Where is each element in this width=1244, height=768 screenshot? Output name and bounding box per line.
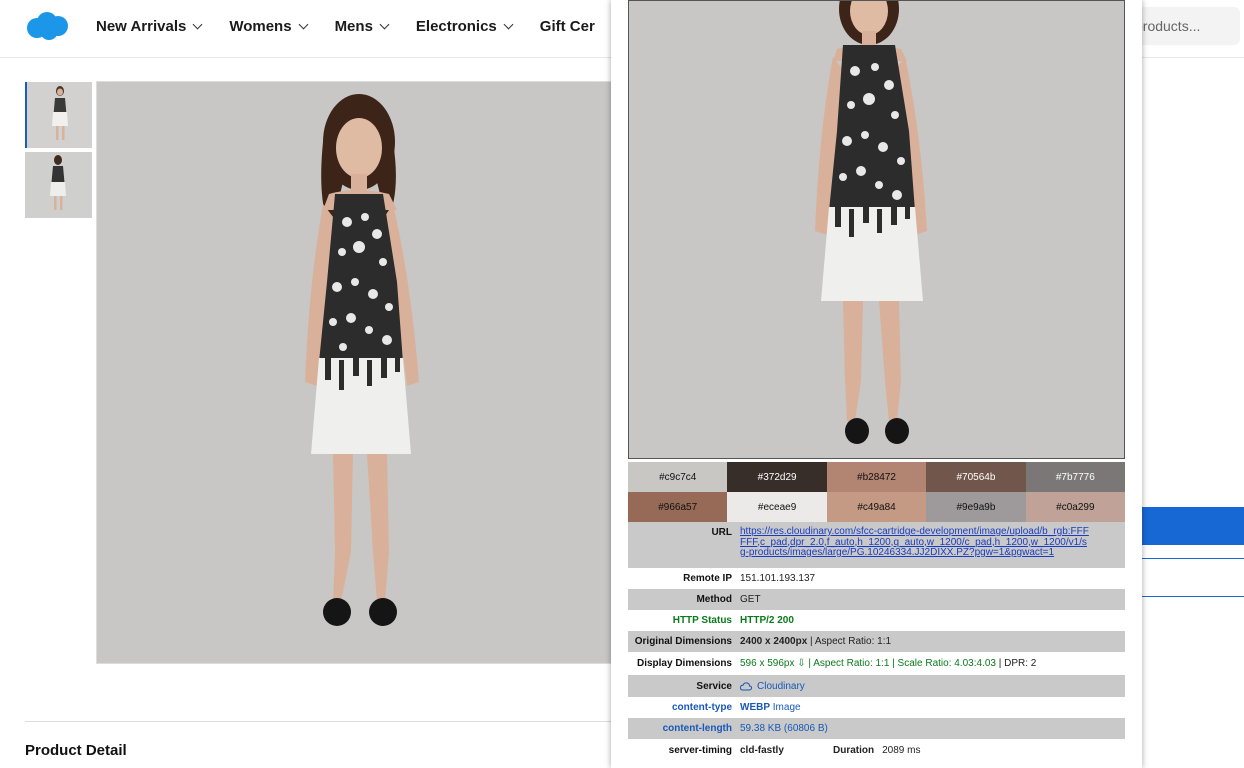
- chevron-down-icon: [192, 19, 203, 30]
- display-dimensions-size: 596 x 596px ⇩ | Aspect Ratio: 1:1 | Scal…: [740, 658, 996, 669]
- http-status-value: HTTP/2 200: [740, 615, 794, 626]
- info-row-service: Service Cloudinary: [628, 675, 1125, 697]
- info-row-server-timing: server-timing cld-fastly Duration 2089 m…: [628, 739, 1125, 761]
- method-value: GET: [740, 594, 761, 605]
- info-key: URL: [711, 527, 732, 538]
- duration-value: 2089 ms: [882, 744, 921, 756]
- url-line: g-products/images/large/PG.10246334.JJ2D…: [740, 547, 1055, 558]
- divider-line: [1140, 558, 1244, 559]
- display-dimensions-value: 596 x 596px ⇩ | Aspect Ratio: 1:1 | Scal…: [740, 658, 1125, 669]
- color-swatch: #c49a84: [826, 492, 927, 522]
- product-main-image[interactable]: [96, 81, 616, 664]
- nav-gift-certificates[interactable]: Gift Cer: [540, 18, 595, 35]
- color-palette: #c9c7c4 #372d29 #b28472 #70564b #7b7776 …: [628, 462, 1126, 522]
- info-row-display-dimensions: Display Dimensions 596 x 596px ⇩ | Aspec…: [628, 652, 1125, 675]
- url-line: https://res.cloudinary.com/sfcc-cartridg…: [740, 526, 1089, 537]
- chevron-down-icon: [379, 19, 390, 30]
- info-row-content-length: content-length 59.38 KB (60806 B): [628, 718, 1125, 739]
- info-key: Display Dimensions: [636, 658, 732, 669]
- info-row-content-type: content-type WEBP Image: [628, 697, 1125, 718]
- section-divider: [25, 721, 615, 722]
- content-type-value: WEBP Image: [740, 702, 1125, 713]
- content-type-format: WEBP: [740, 702, 770, 713]
- color-swatch: #b28472: [826, 462, 927, 492]
- nav-label: Womens: [229, 18, 292, 35]
- image-info-table: URL https://res.cloudinary.com/sfcc-cart…: [628, 522, 1125, 761]
- color-swatch: #eceae9: [727, 492, 827, 522]
- salesforce-cloud-logo[interactable]: [25, 11, 69, 41]
- color-swatch: #70564b: [926, 462, 1026, 492]
- color-swatch: #c9c7c4: [628, 462, 728, 492]
- info-key: Method: [696, 594, 732, 605]
- color-swatch: #9e9a9b: [926, 492, 1026, 522]
- main-nav: New Arrivals Womens Mens Electronics Gif…: [96, 18, 623, 35]
- divider-line: [1140, 596, 1244, 597]
- info-row-url: URL https://res.cloudinary.com/sfcc-cart…: [628, 522, 1125, 568]
- info-key: Original Dimensions: [634, 636, 732, 647]
- color-swatch: #7b7776: [1025, 462, 1126, 492]
- original-aspect-ratio: | Aspect Ratio: 1:1: [807, 636, 892, 647]
- info-key: content-length: [662, 723, 732, 734]
- info-key: Remote IP: [683, 573, 732, 584]
- info-row-remote-ip: Remote IP 151.101.193.137: [628, 568, 1125, 589]
- info-key: content-type: [672, 702, 732, 713]
- service-name: Cloudinary: [757, 680, 805, 692]
- inspector-image-preview: [628, 0, 1125, 459]
- cloud-icon: [740, 681, 752, 691]
- product-thumbnail-back[interactable]: [25, 152, 92, 218]
- url-line: FFF,c_pad,dpr_2.0,f_auto,h_1200,q_auto,w…: [740, 536, 1087, 548]
- content-length-value: 59.38 KB (60806 B): [740, 723, 828, 734]
- chevron-down-icon: [503, 19, 514, 30]
- info-key: Service: [696, 680, 732, 692]
- content-type-kind: Image: [770, 702, 801, 713]
- server-timing-name: cld-fastly: [740, 744, 784, 756]
- nav-new-arrivals[interactable]: New Arrivals: [96, 18, 203, 35]
- nav-label: Mens: [334, 18, 373, 35]
- nav-mens[interactable]: Mens: [334, 18, 390, 35]
- info-row-original-dimensions: Original Dimensions 2400 x 2400px | Aspe…: [628, 631, 1125, 652]
- swatch-row: #966a57 #eceae9 #c49a84 #9e9a9b #c0a299: [628, 492, 1126, 522]
- image-inspector-popup: #c9c7c4 #372d29 #b28472 #70564b #7b7776 …: [611, 0, 1142, 768]
- info-row-http-status: HTTP Status HTTP/2 200: [628, 610, 1125, 631]
- swatch-row: #c9c7c4 #372d29 #b28472 #70564b #7b7776: [628, 462, 1126, 492]
- chevron-down-icon: [298, 19, 309, 30]
- service-value[interactable]: Cloudinary: [740, 681, 1125, 692]
- original-dimensions-size: 2400 x 2400px: [740, 636, 808, 647]
- duration-label: Duration: [833, 744, 875, 756]
- nav-womens[interactable]: Womens: [229, 18, 309, 35]
- original-dimensions-value: 2400 x 2400px | Aspect Ratio: 1:1: [740, 636, 1125, 647]
- product-thumbnail-front[interactable]: [25, 82, 92, 148]
- display-dpr: | DPR: 2: [995, 658, 1037, 669]
- remote-ip-value: 151.101.193.137: [740, 573, 816, 584]
- nav-label: New Arrivals: [96, 18, 187, 35]
- color-swatch: #c0a299: [1025, 492, 1126, 522]
- info-key: server-timing: [668, 744, 732, 756]
- product-detail-heading: Product Detail: [25, 742, 127, 759]
- info-key: HTTP Status: [672, 615, 732, 626]
- nav-electronics[interactable]: Electronics: [415, 18, 514, 35]
- page-root: { "header": { "logo": "salesforce-cloud-…: [0, 0, 1244, 768]
- color-swatch: #966a57: [628, 492, 728, 522]
- color-swatch: #372d29: [727, 462, 827, 492]
- nav-label: Gift Cer: [539, 18, 595, 35]
- nav-label: Electronics: [415, 18, 497, 35]
- image-url-link[interactable]: https://res.cloudinary.com/sfcc-cartridg…: [740, 526, 1125, 559]
- add-to-cart-button[interactable]: [1140, 507, 1244, 545]
- info-row-method: Method GET: [628, 589, 1125, 610]
- server-timing-value: cld-fastly Duration 2089 ms: [740, 745, 1125, 756]
